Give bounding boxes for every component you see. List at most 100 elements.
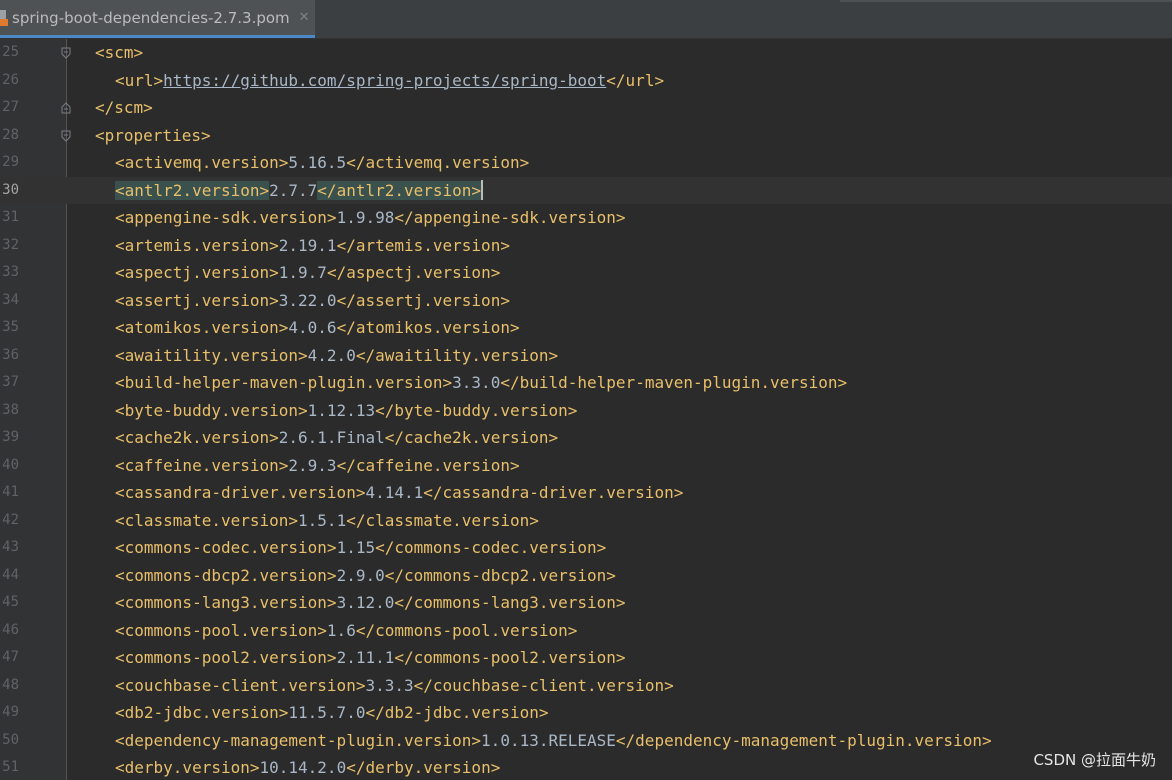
- tab-close-icon[interactable]: ✕: [299, 10, 310, 25]
- code-line[interactable]: 36 <awaitility.version>4.2.0</awaitility.…: [0, 342, 1172, 370]
- xml-close-tag: </build-helper-maven-plugin.version>: [500, 373, 848, 392]
- code-text: <activemq.version>5.16.5</activemq.versi…: [115, 149, 529, 177]
- property-value: 2.7.7: [269, 180, 318, 200]
- ide-window: spring-boot-dependencies-2.7.3.pom ✕ 25 <…: [0, 0, 1172, 780]
- line-number: 42: [2, 511, 19, 528]
- xml-close-tag: </commons-pool.version>: [355, 620, 578, 640]
- code-line[interactable]: 39 <cache2k.version>2.6.1.Final</cache2k.…: [0, 424, 1172, 452]
- xml-open-tag: <commons-lang3.version>: [115, 593, 337, 612]
- line-number: 34: [2, 291, 19, 308]
- xml-open-tag: <artemis.version>: [115, 235, 279, 255]
- xml-close-tag: </antlr2.version>: [317, 180, 482, 200]
- property-value: 3.12.0: [336, 593, 395, 612]
- xml-open-tag: <caffeine.version>: [115, 455, 289, 475]
- xml-close-tag: </assertj.version>: [336, 290, 510, 310]
- line-number: 36: [2, 346, 19, 363]
- code-line[interactable]: 25 <scm>: [0, 39, 1172, 67]
- fold-collapse-icon[interactable]: [61, 47, 71, 59]
- property-value: 1.12.13: [307, 400, 376, 420]
- xml-close-tag: </url>: [606, 70, 665, 90]
- code-line[interactable]: 48 <couchbase-client.version>3.3.3</couch…: [0, 672, 1172, 700]
- code-line[interactable]: 34 <assertj.version>3.22.0</assertj.versi…: [0, 287, 1172, 315]
- xml-open-tag: <appengine-sdk.version>: [115, 208, 337, 227]
- code-line[interactable]: 41 <cassandra-driver.version>4.14.1</cass…: [0, 479, 1172, 507]
- line-number: 45: [2, 594, 19, 610]
- code-text: <build-helper-maven-plugin.version>3.3.0…: [115, 369, 847, 397]
- code-line[interactable]: 27 </scm>: [0, 94, 1172, 122]
- code-line[interactable]: 46 <commons-pool.version>1.6</commons-poo…: [0, 617, 1172, 645]
- xml-open-tag: <cassandra-driver.version>: [115, 483, 366, 502]
- code-line[interactable]: 29 <activemq.version>5.16.5</activemq.ver…: [0, 149, 1172, 177]
- fold-end-icon[interactable]: [61, 102, 71, 114]
- xml-close-tag: </commons-codec.version>: [375, 538, 607, 557]
- xml-open-tag: <dependency-management-plugin.version>: [115, 730, 482, 750]
- editor-tab-active[interactable]: spring-boot-dependencies-2.7.3.pom ✕: [0, 0, 315, 38]
- code-line[interactable]: 51 <derby.version>10.14.2.0</derby.versio…: [0, 754, 1172, 780]
- xml-open-tag: <assertj.version>: [115, 290, 279, 310]
- code-line[interactable]: 33 <aspectj.version>1.9.7</aspectj.versio…: [0, 259, 1172, 287]
- line-number: 30: [2, 181, 19, 198]
- tab-title: spring-boot-dependencies-2.7.3.pom: [12, 8, 290, 27]
- code-text: <cassandra-driver.version>4.14.1</cassan…: [115, 479, 683, 507]
- property-value: 2.9.3: [288, 455, 337, 475]
- code-text: <cache2k.version>2.6.1.Final</cache2k.ve…: [115, 424, 558, 452]
- xml-open-tag: <activemq.version>: [115, 153, 289, 172]
- xml-open-tag: <build-helper-maven-plugin.version>: [115, 373, 453, 392]
- xml-open-tag: <atomikos.version>: [115, 318, 289, 337]
- line-number: 35: [2, 319, 19, 335]
- code-line[interactable]: 32 <artemis.version>2.19.1</artemis.versi…: [0, 232, 1172, 260]
- property-value: 2.9.0: [336, 565, 385, 585]
- code-line[interactable]: 47 <commons-pool2.version>2.11.1</commons…: [0, 644, 1172, 672]
- code-line[interactable]: 30 <antlr2.version>2.7.7</antlr2.version>: [0, 176, 1172, 204]
- code-line[interactable]: 42 <classmate.version>1.5.1</classmate.ve…: [0, 507, 1172, 535]
- tab-bar-strip: [840, 0, 1172, 2]
- line-number: 41: [2, 484, 19, 500]
- code-text: <couchbase-client.version>3.3.3</couchba…: [115, 672, 674, 700]
- property-value: 1.0.13.RELEASE: [481, 730, 616, 750]
- code-editor[interactable]: 25 <scm> 26 <url>https://github.com/spring-…: [0, 39, 1172, 780]
- code-line[interactable]: 45 <commons-lang3.version>3.12.0</commons…: [0, 589, 1172, 617]
- line-number: 49: [2, 704, 19, 720]
- code-line[interactable]: 43 <commons-codec.version>1.15</commons-c…: [0, 534, 1172, 562]
- code-text: <classmate.version>1.5.1</classmate.vers…: [115, 507, 539, 535]
- line-number: 51: [2, 759, 19, 775]
- xml-close-tag: </atomikos.version>: [336, 318, 520, 337]
- property-value: 4.2.0: [307, 345, 356, 365]
- editor-tab-bar: spring-boot-dependencies-2.7.3.pom ✕: [0, 0, 1172, 39]
- code-line[interactable]: 35 <atomikos.version>4.0.6</atomikos.vers…: [0, 314, 1172, 342]
- code-line[interactable]: 50 <dependency-management-plugin.version>…: [0, 727, 1172, 755]
- code-line[interactable]: 40 <caffeine.version>2.9.3</caffeine.vers…: [0, 452, 1172, 480]
- property-value: 11.5.7.0: [288, 703, 366, 722]
- code-line[interactable]: 38 <byte-buddy.version>1.12.13</byte-budd…: [0, 397, 1172, 425]
- property-value: 2.19.1: [278, 235, 337, 255]
- xml-close-tag: </byte-buddy.version>: [375, 400, 578, 420]
- line-number: 47: [2, 649, 19, 665]
- code-line[interactable]: 26 <url>https://github.com/spring-project…: [0, 67, 1172, 95]
- code-line[interactable]: 37 <build-helper-maven-plugin.version>3.3…: [0, 369, 1172, 397]
- xml-close-tag: </db2-jdbc.version>: [365, 703, 549, 722]
- text-caret: [481, 179, 484, 200]
- code-text: <assertj.version>3.22.0</assertj.version…: [115, 287, 510, 315]
- property-value: 2.6.1.Final: [278, 428, 385, 447]
- line-number: 32: [2, 236, 19, 253]
- xml-open-tag: <cache2k.version>: [115, 428, 279, 447]
- code-line[interactable]: 49 <db2-jdbc.version>11.5.7.0</db2-jdbc.v…: [0, 699, 1172, 727]
- code-line[interactable]: 28 <properties>: [0, 122, 1172, 150]
- xml-close-tag: </caffeine.version>: [336, 455, 520, 475]
- xml-close-tag: </commons-dbcp2.version>: [384, 565, 616, 585]
- line-number: 26: [2, 71, 19, 88]
- code-line[interactable]: 44 <commons-dbcp2.version>2.9.0</commons-…: [0, 562, 1172, 590]
- code-line[interactable]: 31 <appengine-sdk.version>1.9.98</appengi…: [0, 204, 1172, 232]
- code-text: <scm>: [95, 39, 143, 67]
- line-number: 27: [2, 99, 19, 115]
- code-text: <byte-buddy.version>1.12.13</byte-buddy.…: [115, 397, 577, 425]
- property-value: 10.14.2.0: [259, 758, 347, 777]
- url-link[interactable]: https://github.com/spring-projects/sprin…: [163, 71, 606, 90]
- code-text: <commons-dbcp2.version>2.9.0</commons-db…: [115, 562, 616, 590]
- fold-collapse-icon[interactable]: [61, 130, 71, 142]
- xml-close-tag: </derby.version>: [346, 758, 501, 777]
- code-text: <atomikos.version>4.0.6</atomikos.versio…: [115, 314, 520, 342]
- line-number: 38: [2, 401, 19, 418]
- xml-open-tag: <couchbase-client.version>: [115, 675, 366, 695]
- xml-close-tag: </commons-lang3.version>: [394, 593, 626, 612]
